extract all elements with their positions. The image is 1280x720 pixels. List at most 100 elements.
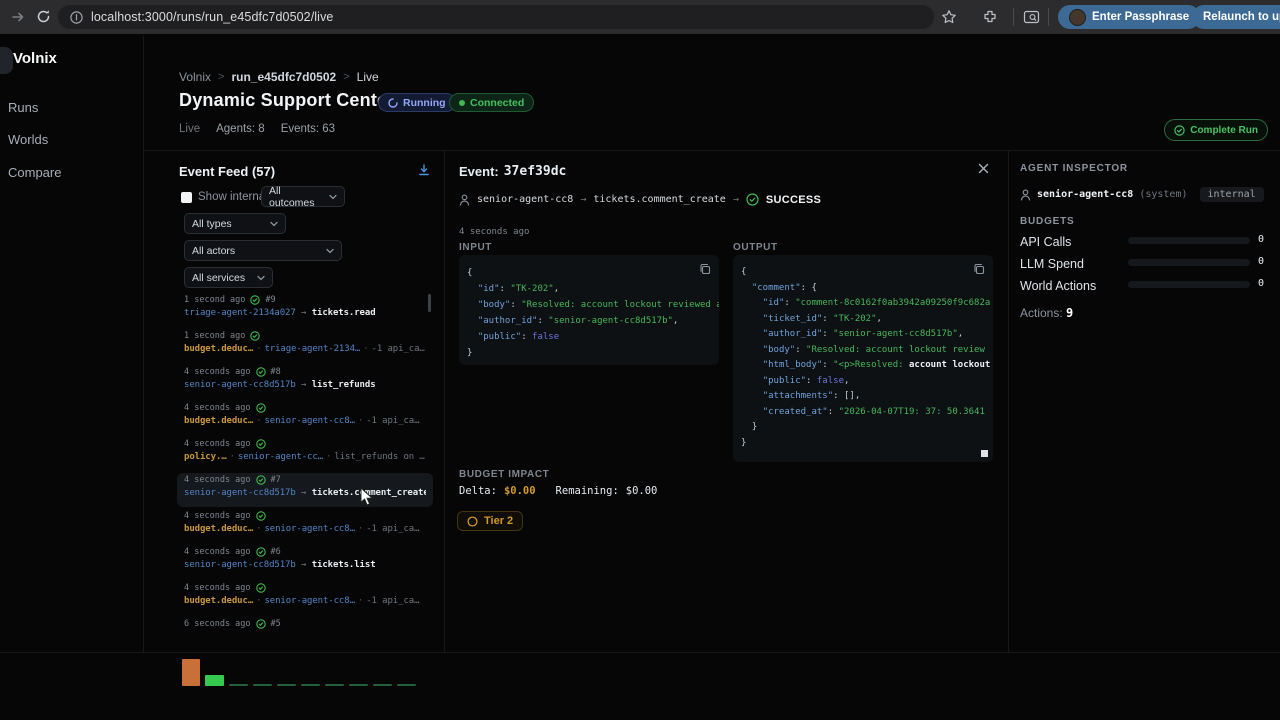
event-time-row: 1 second ago#9 [184, 295, 426, 305]
breadcrumb-chevron: > [218, 71, 224, 83]
input-section-label: INPUT [459, 242, 492, 253]
show-internal-checkbox[interactable] [181, 192, 192, 203]
feed-scrollbar[interactable] [428, 294, 431, 312]
breadcrumb-run-id[interactable]: run_e45dfc7d0502 [231, 70, 336, 84]
action-name: list_refunds [312, 380, 376, 390]
event-summary: senior-agent-cc8d517b → tickets.comment_… [184, 488, 426, 498]
actor-link[interactable]: triage-agent-2134… [264, 344, 360, 354]
event-summary: senior-agent-cc8d517b → list_refunds [184, 380, 426, 390]
reload-icon[interactable] [35, 8, 52, 25]
event-number: #6 [271, 547, 281, 557]
success-circle-icon [250, 295, 260, 305]
actor-link[interactable]: senior-agent-cc8… [264, 524, 354, 534]
event-time-row: 4 seconds ago#6 [184, 547, 426, 557]
dot-glyph: · [358, 596, 363, 606]
event-feed-item[interactable]: 4 seconds ago#6 senior-agent-cc8d517b → … [177, 545, 433, 579]
actor-link[interactable]: senior-agent-cc8… [264, 416, 354, 426]
event-feed-item[interactable]: 4 seconds ago budget.deduc…·senior-agent… [177, 401, 433, 435]
url-bar[interactable]: localhost:3000/runs/run_e45dfc7d0502/liv… [58, 5, 934, 29]
outcome-badge: SUCCESS [766, 194, 821, 206]
outcomes-filter-select[interactable]: All outcomes [261, 186, 345, 207]
budget-progress-track [1128, 281, 1250, 288]
arrow-glyph: → [733, 194, 739, 205]
event-feed-item[interactable]: 4 seconds ago budget.deduc…·senior-agent… [177, 509, 433, 543]
dot-glyph: · [326, 452, 331, 462]
extensions-icon[interactable] [982, 9, 998, 25]
spark-bar [397, 684, 416, 686]
services-filter-select[interactable]: All services [184, 267, 273, 288]
event-time: 1 second ago [184, 331, 245, 341]
actor-link[interactable]: senior-agent-cc8d517b [184, 488, 296, 498]
actor-link[interactable]: senior-agent-cc8… [264, 596, 354, 606]
profile-avatar [1069, 9, 1086, 26]
chevron-down-icon [329, 194, 337, 200]
brand-name: Volnix [13, 50, 57, 67]
event-feed-item[interactable]: 1 second ago#9 triage-agent-2134a027 → t… [177, 293, 433, 327]
event-feed-item[interactable]: 4 seconds ago budget.deduc… · senior-agent… [177, 581, 433, 615]
actors-filter-value: All actors [192, 245, 235, 257]
enter-passphrase-label: Enter Passphrase [1092, 11, 1189, 23]
event-time: 1 second ago [184, 295, 245, 305]
sidebar-item-worlds[interactable]: Worlds [8, 132, 48, 147]
show-internal-label: Show internal [198, 191, 268, 203]
arrow-glyph: → [301, 308, 306, 318]
spark-bar [349, 684, 368, 686]
event-feed-item[interactable]: 6 seconds ago#5 [177, 617, 433, 651]
close-icon[interactable] [977, 162, 990, 175]
actor-link[interactable]: senior-agent-cc8d517b [184, 380, 296, 390]
outcomes-filter-value: All outcomes [269, 185, 329, 209]
spinner-icon [388, 98, 398, 108]
download-icon[interactable] [417, 163, 431, 177]
event-feed-item-selected[interactable]: 4 seconds ago#7 senior-agent-cc8d517b → … [177, 473, 433, 507]
service-name: budget.deduc… [184, 596, 253, 606]
budgets-title: BUDGETS [1020, 216, 1075, 227]
actor-link[interactable]: senior-agent-cc… [238, 452, 323, 462]
chevron-down-icon [257, 275, 265, 281]
forward-icon[interactable] [10, 9, 26, 25]
enter-passphrase-button[interactable]: Enter Passphrase [1058, 5, 1200, 29]
success-circle-icon [256, 511, 266, 521]
copy-icon[interactable] [699, 263, 711, 275]
events-count: Events: 63 [281, 123, 335, 135]
side-panel-icon[interactable] [1023, 9, 1040, 25]
success-circle-icon [256, 403, 266, 413]
relaunch-button[interactable]: Relaunch to updat [1192, 5, 1280, 29]
event-summary: triage-agent-2134a027 → tickets.read [184, 308, 426, 318]
types-filter-select[interactable]: All types [184, 213, 286, 234]
actor-link[interactable]: senior-agent-cc8d517b [184, 560, 296, 570]
event-time-row: 4 seconds ago#8 [184, 367, 426, 377]
complete-run-button[interactable]: Complete Run [1164, 119, 1268, 141]
site-info-icon[interactable] [70, 11, 83, 24]
agent-inspector-title: AGENT INSPECTOR [1020, 163, 1128, 174]
actor-link[interactable]: triage-agent-2134a027 [184, 308, 296, 318]
actors-filter-select[interactable]: All actors [184, 240, 342, 261]
budget-impact-row: Delta: $0.00 Remaining: $0.00 [459, 485, 657, 497]
person-icon [1020, 189, 1031, 201]
output-scroll-thumb[interactable] [981, 450, 988, 457]
page-title: Dynamic Support Center [179, 90, 394, 111]
event-time-row: 4 seconds ago [184, 583, 426, 593]
input-code-panel: { "id": "TK-202", "body": "Resolved: acc… [459, 255, 719, 365]
bookmark-star-icon[interactable] [941, 9, 957, 25]
service-name: policy.… [184, 452, 227, 462]
running-badge: Running [378, 93, 456, 112]
event-feed-item[interactable]: 4 seconds ago policy.…·senior-agent-cc…·… [177, 437, 433, 471]
event-feed-item[interactable]: 1 second ago budget.deduc…·triage-agent-… [177, 329, 433, 363]
arrow-glyph: → [580, 194, 586, 205]
mouse-cursor [360, 487, 373, 506]
arrow-glyph: → [301, 380, 306, 390]
event-time-row: 4 seconds ago [184, 439, 426, 449]
event-time: 4 seconds ago [184, 583, 251, 593]
action-name: tickets.read [312, 308, 376, 318]
app-window: localhost:3000/runs/run_e45dfc7d0502/liv… [0, 0, 1280, 720]
event-feed-item[interactable]: 4 seconds ago#8 senior-agent-cc8d517b → … [177, 365, 433, 399]
breadcrumb: Volnix > run_e45dfc7d0502 > Live [179, 70, 379, 84]
sidebar-item-compare[interactable]: Compare [8, 165, 61, 180]
actions-count-row: Actions: 9 [1020, 306, 1073, 320]
copy-icon[interactable] [973, 263, 985, 275]
breadcrumb-root[interactable]: Volnix [179, 70, 211, 84]
toolbar-divider [1013, 8, 1014, 26]
sidebar-item-runs[interactable]: Runs [8, 100, 38, 115]
success-circle-icon [256, 619, 266, 629]
event-time: 4 seconds ago [184, 475, 251, 485]
